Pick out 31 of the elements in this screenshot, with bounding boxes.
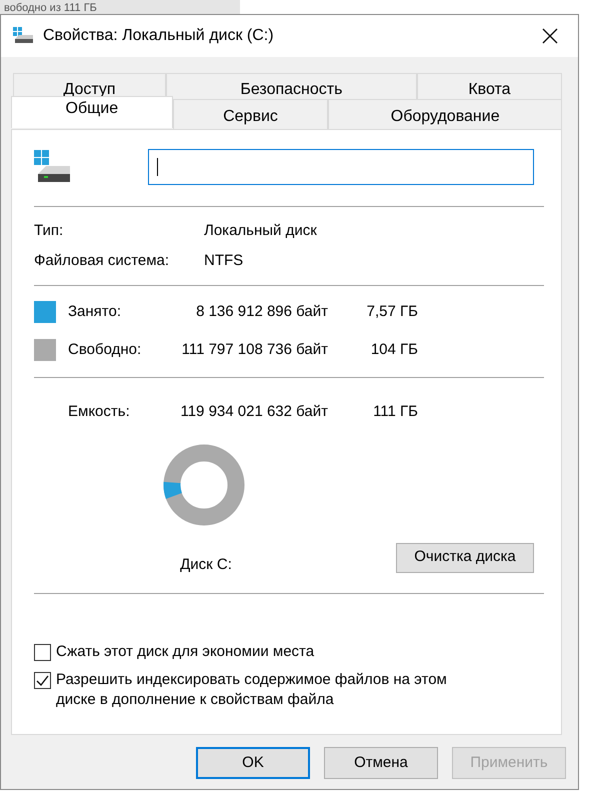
size-label: Занято: <box>68 302 122 322</box>
byte-count: 111 797 108 736 байт <box>180 340 328 360</box>
drive-label: Диск C: <box>180 555 232 575</box>
field-label: Тип: <box>34 220 64 241</box>
size-label: Свободно: <box>68 340 142 360</box>
drive-icon <box>13 27 35 45</box>
background-text: вободно из 111 ГБ <box>3 2 97 14</box>
name-field[interactable] <box>148 149 534 185</box>
tab[interactable]: Сервис <box>172 99 328 130</box>
byte-count: 8 136 912 896 байт <box>195 302 328 322</box>
field-value: NTFS <box>204 250 244 271</box>
dialog-button[interactable]: OK <box>196 747 310 779</box>
size-value: 111 ГБ <box>372 402 418 422</box>
field-label: Файловая система: <box>34 250 170 271</box>
byte-count: 119 934 021 632 байт <box>179 402 328 422</box>
size-label: Емкость: <box>68 402 131 422</box>
field-value: Локальный диск <box>204 220 317 241</box>
checkbox[interactable] <box>34 672 51 688</box>
checkbox-label: Сжать этот диск для экономии места <box>56 642 316 662</box>
checkbox-label: Разрешить индексировать содержимое файлов на этом диске в дополнение к свойствам файла <box>56 670 448 710</box>
dialog-button[interactable]: Отмена <box>324 747 438 779</box>
tab[interactable]: Оборудование <box>328 99 562 130</box>
window-title: Свойства: Локальный диск (C:) <box>43 26 274 46</box>
size-value: 7,57 ГБ <box>366 302 418 322</box>
size-value: 104 ГБ <box>370 340 418 360</box>
tab[interactable]: Общие <box>11 96 173 128</box>
tab[interactable]: Квота <box>416 73 562 101</box>
checkbox[interactable] <box>34 644 51 660</box>
disk-cleanup-button[interactable]: Очистка диска <box>396 542 534 572</box>
close-icon <box>542 28 558 44</box>
tab[interactable]: Безопасность <box>166 73 417 101</box>
